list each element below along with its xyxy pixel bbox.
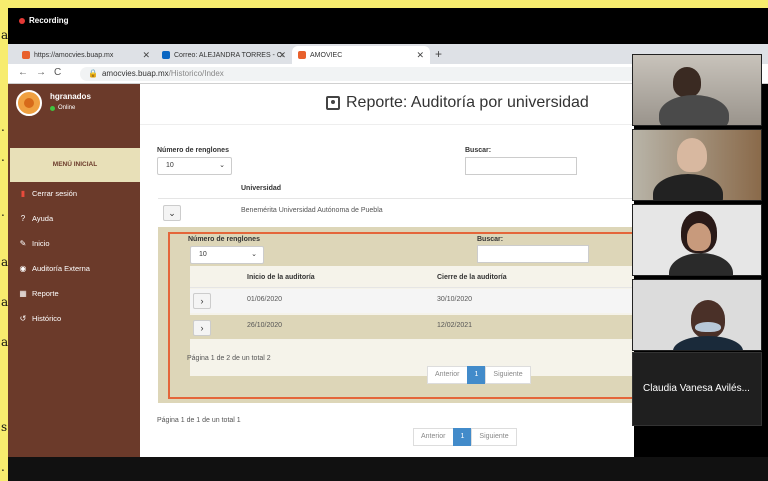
sidebar-item-logout[interactable]: ▮ Cerrar sesión xyxy=(18,189,77,198)
edge-char: . xyxy=(1,150,5,164)
participant-name-tile[interactable]: Claudia Vanesa Avilés... xyxy=(632,352,762,426)
edge-char: a xyxy=(1,28,9,42)
next-page-button[interactable]: Siguiente xyxy=(471,428,517,446)
history-icon: ↺ xyxy=(19,314,27,323)
help-icon: ? xyxy=(20,214,26,223)
search-label: Buscar: xyxy=(465,147,492,154)
site-favicon-icon xyxy=(298,51,306,59)
browser-tab-active[interactable]: AMOVIEC ✕ xyxy=(292,46,430,64)
lock-icon: 🔒 xyxy=(88,69,98,78)
menu-header: MENÚ INICIAL xyxy=(10,148,140,182)
reload-icon[interactable]: C xyxy=(54,67,61,78)
edge-char: . xyxy=(1,460,5,474)
collapse-row-button[interactable]: ⌄ xyxy=(163,205,181,221)
divider xyxy=(140,124,634,125)
rows-label: Número de renglones xyxy=(157,147,229,154)
url-path: /Historico/Index xyxy=(168,69,224,78)
back-arrow-icon[interactable]: ← xyxy=(18,67,28,78)
record-dot-icon xyxy=(19,17,25,24)
url-host: amocvies.buap.mx xyxy=(101,69,169,78)
left-edge-text: a . . . a a a s . xyxy=(0,0,8,481)
sidebar: hgranados Online MENÚ INICIAL ▮ Cerrar s… xyxy=(8,84,140,457)
user-panel: hgranados Online xyxy=(8,84,140,148)
edge-char: . xyxy=(1,205,5,219)
page-title: Reporte: Auditoría por universidad xyxy=(326,94,589,112)
meeting-bottom-bar xyxy=(8,457,768,481)
url-input[interactable]: 🔒 amocvies.buap.mx/Historico/Index xyxy=(80,67,640,81)
highlight-border xyxy=(168,232,634,399)
sidebar-item-label: Auditoría Externa xyxy=(32,264,90,273)
new-tab-icon[interactable]: + xyxy=(435,47,442,61)
participant-video[interactable] xyxy=(632,129,762,201)
sidebar-item-label: Ayuda xyxy=(32,214,54,223)
pagination: Anterior 1 Siguiente xyxy=(413,428,517,446)
user-status: Online xyxy=(50,105,75,111)
report-icon: ▦ xyxy=(19,289,27,298)
row-divider xyxy=(158,198,634,199)
site-favicon-icon xyxy=(22,51,30,59)
sidebar-item-help[interactable]: ? Ayuda xyxy=(18,214,53,223)
logout-icon: ▮ xyxy=(20,189,26,198)
close-icon[interactable]: ✕ xyxy=(142,50,150,61)
prev-page-button[interactable]: Anterior xyxy=(413,428,454,446)
username: hgranados xyxy=(50,92,91,101)
participant-video[interactable] xyxy=(632,54,762,126)
sidebar-item-label: Reporte xyxy=(32,289,59,298)
sidebar-item-external-audit[interactable]: ◉ Auditoría Externa xyxy=(18,264,90,273)
close-icon[interactable]: ✕ xyxy=(278,50,286,61)
edge-char: . xyxy=(1,120,5,134)
browser-tab[interactable]: https://amocvies.buap.mx ✕ xyxy=(16,46,156,64)
rows-select[interactable]: 10 ⌄ xyxy=(157,157,232,175)
sidebar-item-label: Cerrar sesión xyxy=(32,189,78,198)
outlook-favicon-icon xyxy=(162,51,170,59)
pagination-info: Página 1 de 1 de un total 1 xyxy=(157,417,241,424)
participant-video[interactable] xyxy=(632,279,762,351)
tab-label: https://amocvies.buap.mx xyxy=(34,51,114,59)
sidebar-item-label: Histórico xyxy=(32,314,62,323)
participant-video[interactable] xyxy=(632,204,762,276)
column-header-university: Universidad xyxy=(241,185,282,192)
tab-label: AMOVIEC xyxy=(310,51,343,59)
edit-icon: ✎ xyxy=(19,239,27,248)
page-1-button[interactable]: 1 xyxy=(452,428,473,446)
sidebar-item-report[interactable]: ▦ Reporte xyxy=(18,289,59,298)
tab-label: Correo: ALEJANDRA TORRES - C: xyxy=(174,51,284,59)
recording-indicator: Recording xyxy=(19,16,69,25)
id-card-icon xyxy=(326,96,340,110)
university-cell: Benemérita Universidad Autónoma de Puebl… xyxy=(241,207,383,214)
edge-char: s xyxy=(1,420,8,434)
sidebar-item-home[interactable]: ✎ Inicio xyxy=(18,239,50,248)
avatar xyxy=(16,90,42,116)
sidebar-item-history[interactable]: ↺ Histórico xyxy=(18,314,62,323)
close-icon[interactable]: ✕ xyxy=(416,50,424,61)
forward-arrow-icon[interactable]: → xyxy=(36,67,46,78)
participant-name: Claudia Vanesa Avilés... xyxy=(643,383,750,394)
recording-label: Recording xyxy=(29,16,69,25)
online-dot-icon xyxy=(50,105,55,111)
main-content: Reporte: Auditoría por universidad Númer… xyxy=(140,84,634,457)
rows-select-value: 10 xyxy=(166,162,174,169)
sidebar-item-label: Inicio xyxy=(32,239,50,248)
page-title-text: Reporte: Auditoría por universidad xyxy=(346,94,589,111)
eye-icon: ◉ xyxy=(19,264,27,273)
search-input[interactable] xyxy=(465,157,577,175)
status-label: Online xyxy=(58,105,76,111)
chevron-down-icon: ⌄ xyxy=(219,162,225,169)
browser-tab[interactable]: Correo: ALEJANDRA TORRES - C: ✕ xyxy=(156,46,292,64)
